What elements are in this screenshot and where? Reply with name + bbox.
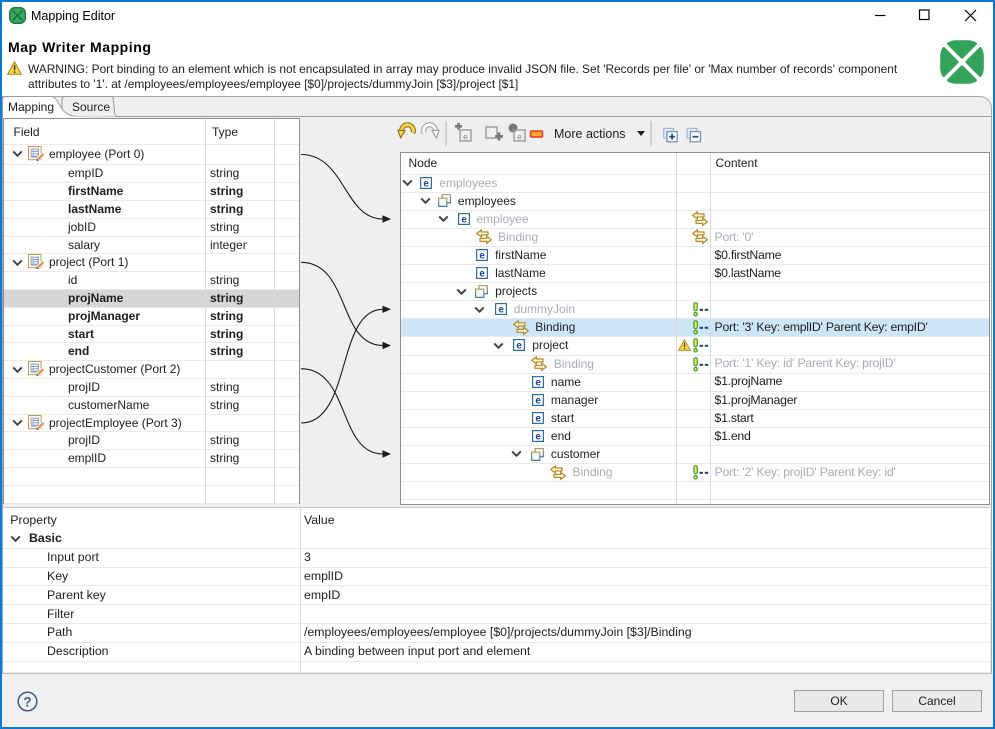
svg-text:e: e [479, 251, 485, 261]
svg-text:?: ? [23, 694, 31, 709]
svg-text:e: e [517, 132, 522, 142]
svg-text:e: e [479, 269, 485, 279]
svg-text:e: e [517, 341, 523, 351]
svg-text:e: e [463, 132, 468, 142]
svg-text:e: e [424, 178, 430, 188]
svg-text:e: e [535, 432, 541, 442]
svg-text:e: e [535, 377, 541, 387]
svg-text:e: e [535, 413, 541, 423]
svg-text:e: e [535, 395, 541, 405]
svg-text:e: e [461, 214, 467, 224]
svg-text:e: e [498, 305, 504, 315]
